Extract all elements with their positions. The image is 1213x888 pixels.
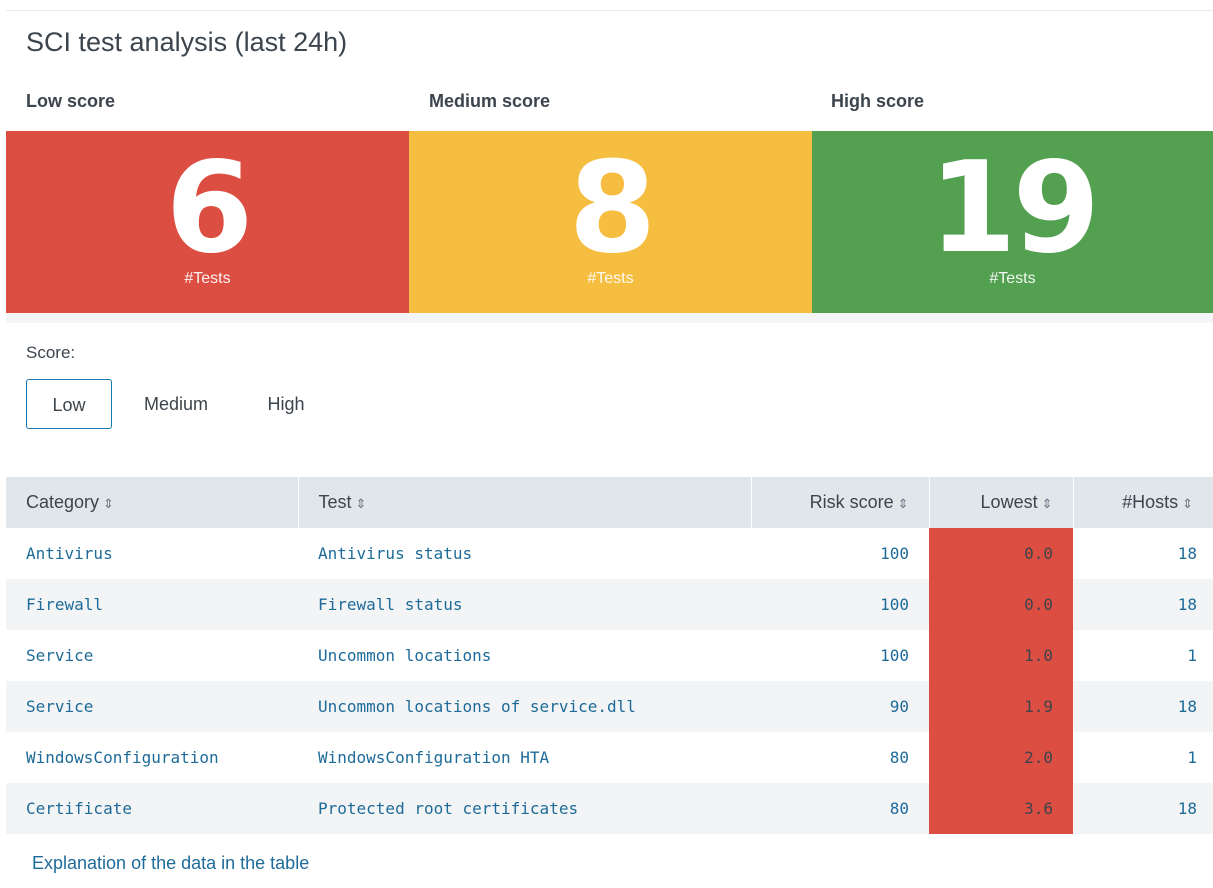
high-score-tile[interactable]: 19 #Tests (812, 131, 1213, 313)
low-score-label: Low score (26, 91, 116, 111)
sort-icon: ⇕ (355, 496, 367, 511)
score-filter-high[interactable]: High (246, 379, 326, 429)
cell-hosts[interactable]: 18 (1073, 528, 1213, 579)
explanation-link[interactable]: Explanation of the data in the table (32, 853, 309, 874)
cell-risk-score[interactable]: 80 (751, 732, 929, 783)
cell-lowest[interactable]: 0.0 (929, 528, 1073, 579)
table-row[interactable]: Service Uncommon locations of service.dl… (6, 681, 1213, 732)
cell-lowest[interactable]: 0.0 (929, 579, 1073, 630)
cell-category[interactable]: Service (6, 630, 298, 681)
cell-test[interactable]: Protected root certificates (298, 783, 751, 834)
cell-test[interactable]: Uncommon locations of service.dll (298, 681, 751, 732)
column-header-label: Test (318, 492, 352, 512)
medium-score-label: Medium score (429, 91, 551, 111)
cell-risk-score[interactable]: 100 (751, 528, 929, 579)
high-score-label: High score (831, 91, 925, 111)
cell-hosts[interactable]: 18 (1073, 681, 1213, 732)
panel-title: SCI test analysis (last 24h) (26, 27, 348, 57)
cell-risk-score[interactable]: 100 (751, 630, 929, 681)
column-header-risk-score[interactable]: Risk score ⇕ (751, 477, 930, 528)
sort-icon: ⇕ (897, 496, 909, 511)
low-score-tile[interactable]: 6 #Tests (6, 131, 409, 313)
column-header-label: Lowest (980, 492, 1038, 512)
cell-lowest[interactable]: 1.0 (929, 630, 1073, 681)
column-header-label: Risk score (809, 492, 894, 512)
column-header-lowest[interactable]: Lowest ⇕ (929, 477, 1074, 528)
cell-hosts[interactable]: 1 (1073, 630, 1213, 681)
table-row[interactable]: Certificate Protected root certificates … (6, 783, 1213, 834)
cell-category[interactable]: Certificate (6, 783, 298, 834)
medium-score-value: 8 (568, 134, 657, 281)
cell-test[interactable]: WindowsConfiguration HTA (298, 732, 751, 783)
section-divider (6, 313, 1213, 323)
cell-risk-score[interactable]: 80 (751, 783, 929, 834)
cell-test[interactable]: Uncommon locations (298, 630, 751, 681)
cell-category[interactable]: Service (6, 681, 298, 732)
column-header-label: Category (26, 492, 100, 512)
cell-test[interactable]: Antivirus status (298, 528, 751, 579)
cell-lowest[interactable]: 1.9 (929, 681, 1073, 732)
cell-lowest[interactable]: 3.6 (929, 783, 1073, 834)
cell-category[interactable]: WindowsConfiguration (6, 732, 298, 783)
column-header-test[interactable]: Test ⇕ (298, 477, 752, 528)
dashboard-panel: SCI test analysis (last 24h) Low score M… (6, 10, 1213, 888)
sort-icon: ⇕ (1041, 496, 1053, 511)
sort-icon: ⇕ (103, 496, 114, 511)
cell-category[interactable]: Firewall (6, 579, 298, 630)
cell-hosts[interactable]: 18 (1073, 783, 1213, 834)
score-filter-low[interactable]: Low (26, 379, 112, 429)
table-row[interactable]: Service Uncommon locations 100 1.0 1 (6, 630, 1213, 681)
table-row[interactable]: WindowsConfiguration WindowsConfiguratio… (6, 732, 1213, 783)
cell-test[interactable]: Firewall status (298, 579, 751, 630)
high-score-value: 19 (928, 134, 1100, 281)
sort-icon: ⇕ (1182, 496, 1193, 511)
cell-hosts[interactable]: 18 (1073, 579, 1213, 630)
high-score-caption: #Tests (989, 270, 1036, 287)
low-score-caption: #Tests (184, 270, 231, 287)
cell-risk-score[interactable]: 90 (751, 681, 929, 732)
medium-score-tile[interactable]: 8 #Tests (409, 131, 812, 313)
test-results-table: Category ⇕ Test ⇕ Risk score ⇕ Lowest ⇕ #Hos… (6, 477, 1213, 834)
score-filter-label: Score: (26, 343, 76, 362)
column-header-category[interactable]: Category ⇕ (6, 477, 299, 528)
table-header-row: Category ⇕ Test ⇕ Risk score ⇕ Lowest ⇕ #Hos… (6, 477, 1213, 528)
low-score-value: 6 (165, 134, 254, 281)
column-header-hosts[interactable]: #Hosts ⇕ (1073, 477, 1213, 528)
cell-risk-score[interactable]: 100 (751, 579, 929, 630)
cell-hosts[interactable]: 1 (1073, 732, 1213, 783)
medium-score-caption: #Tests (587, 270, 634, 287)
table-row[interactable]: Antivirus Antivirus status 100 0.0 18 (6, 528, 1213, 579)
cell-lowest[interactable]: 2.0 (929, 732, 1073, 783)
score-filter-medium[interactable]: Medium (126, 379, 226, 429)
table-row[interactable]: Firewall Firewall status 100 0.0 18 (6, 579, 1213, 630)
column-header-label: #Hosts (1122, 492, 1179, 512)
cell-category[interactable]: Antivirus (6, 528, 298, 579)
